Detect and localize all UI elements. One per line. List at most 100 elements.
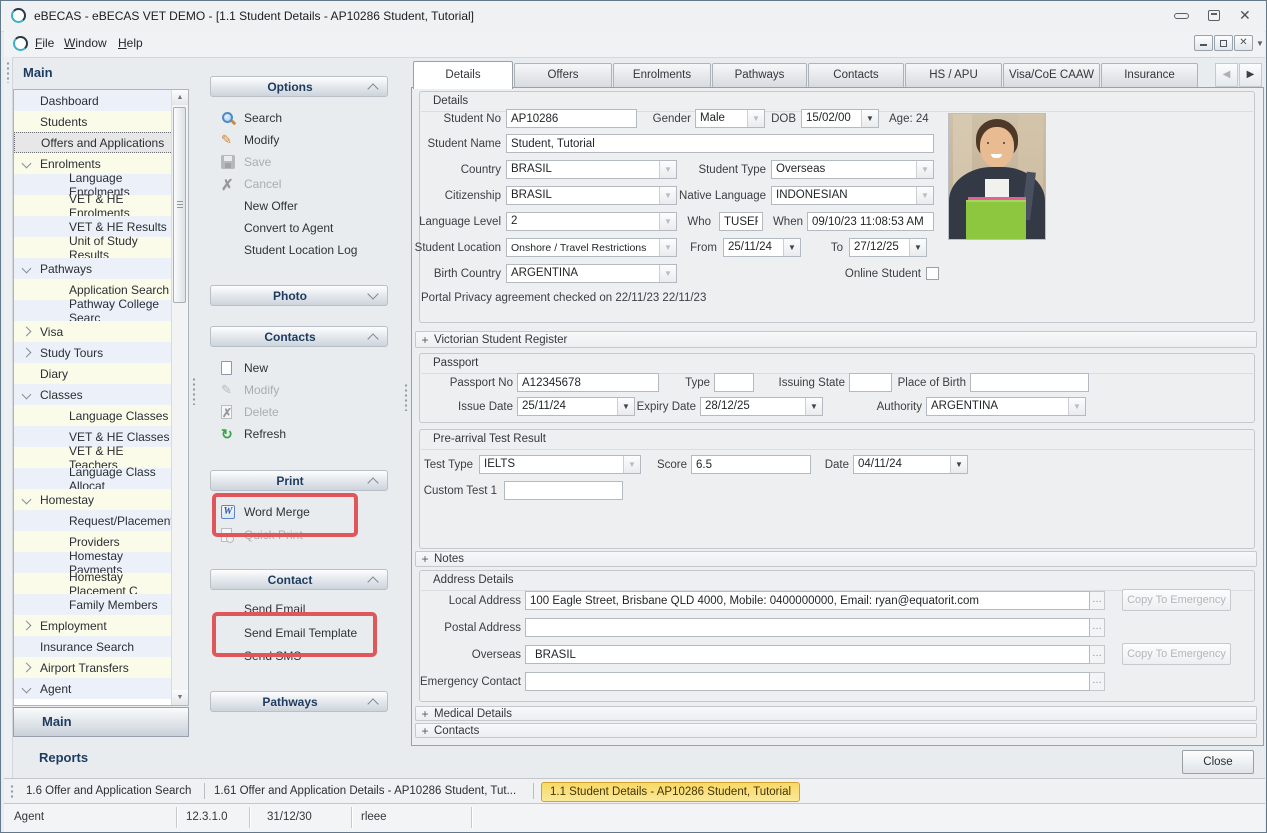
- score-field[interactable]: [691, 455, 811, 474]
- tab-contacts[interactable]: Contacts: [808, 63, 904, 88]
- tree-item-study-tours[interactable]: Study Tours: [14, 342, 173, 363]
- tree-item-airport-transfers[interactable]: Airport Transfers: [14, 657, 173, 678]
- contact-panel-header[interactable]: Contact: [210, 569, 388, 590]
- issuing-state-field[interactable]: [849, 373, 892, 392]
- contacts-panel-header[interactable]: Contacts: [210, 326, 388, 347]
- restore-icon[interactable]: [1208, 10, 1220, 21]
- tree-item-pathways[interactable]: Pathways: [14, 258, 173, 279]
- passport-no-field[interactable]: [517, 373, 659, 392]
- mdi-minimize-icon[interactable]: [1194, 35, 1213, 51]
- menu-window[interactable]: Window: [64, 36, 107, 50]
- collapsed-chevron-icon[interactable]: [22, 327, 32, 337]
- scroll-down-icon[interactable]: ▼: [172, 690, 188, 705]
- expand-plus-icon[interactable]: +: [416, 333, 434, 347]
- tree-item-vet-he-enrolments[interactable]: VET & HE Enrolments: [14, 195, 173, 216]
- local-address-field[interactable]: [525, 591, 1090, 610]
- tree-item-classes[interactable]: Classes: [14, 384, 173, 405]
- tree-item-language-classes[interactable]: Language Classes: [14, 405, 173, 426]
- tree-item-agent[interactable]: Agent: [14, 678, 173, 699]
- new-offer-action[interactable]: New Offer: [221, 196, 389, 216]
- victorian-student-register-section[interactable]: + Victorian Student Register: [415, 331, 1257, 348]
- tab-hs-apu[interactable]: HS / APU: [905, 63, 1002, 88]
- sidebar-main-button[interactable]: Main: [13, 707, 189, 737]
- contacts-section[interactable]: + Contacts: [415, 723, 1257, 738]
- country-select[interactable]: BRASIL▼: [506, 160, 677, 179]
- citizenship-select[interactable]: BRASIL▼: [506, 186, 677, 205]
- overseas-address-field[interactable]: [525, 645, 1090, 664]
- mdi-restore-icon[interactable]: [1214, 35, 1233, 51]
- tree-item-family-members[interactable]: Family Members: [14, 594, 173, 615]
- scroll-up-icon[interactable]: ▲: [172, 90, 188, 105]
- student-name-field[interactable]: [506, 134, 934, 153]
- mdi-menu-caret-icon[interactable]: ▼: [1256, 39, 1264, 48]
- tab-scroll-left-icon[interactable]: ◀: [1215, 63, 1238, 87]
- tree-item-unit-of-study-results[interactable]: Unit of Study Results: [14, 237, 173, 258]
- sidebar-reports-section[interactable]: Reports: [39, 750, 88, 765]
- menu-help[interactable]: Help: [118, 36, 143, 50]
- local-address-ellipsis-button[interactable]: …: [1090, 591, 1105, 610]
- options-panel-header[interactable]: Options: [210, 76, 388, 97]
- language-level-select[interactable]: 2▼: [506, 212, 677, 231]
- from-datepicker[interactable]: 25/11/24▼: [723, 238, 801, 257]
- postal-address-ellipsis-button[interactable]: …: [1090, 618, 1105, 637]
- close-icon[interactable]: ✕: [1239, 7, 1251, 24]
- expiry-date-datepicker[interactable]: 28/12/25▼: [700, 397, 823, 416]
- tab-enrolments[interactable]: Enrolments: [613, 63, 711, 88]
- copy-to-emergency-button[interactable]: Copy To Emergency: [1122, 589, 1231, 611]
- expand-plus-icon[interactable]: +: [416, 707, 434, 721]
- student-type-select[interactable]: Overseas▼: [771, 160, 934, 179]
- expand-plus-icon[interactable]: +: [416, 552, 434, 566]
- expanded-chevron-icon[interactable]: [22, 159, 32, 169]
- dob-datepicker[interactable]: 15/02/00▼: [801, 109, 879, 128]
- medical-details-section[interactable]: + Medical Details: [415, 706, 1257, 721]
- mdi-close-icon[interactable]: ✕: [1234, 35, 1253, 51]
- emergency-contact-field[interactable]: [525, 672, 1090, 691]
- close-button[interactable]: Close: [1182, 750, 1254, 774]
- tree-item-diary[interactable]: Diary: [14, 363, 173, 384]
- contact-refresh-action[interactable]: Refresh: [221, 424, 389, 444]
- minimize-icon[interactable]: [1174, 13, 1189, 19]
- tab-visa-coe-caaw[interactable]: Visa/CoE CAAW: [1003, 63, 1100, 88]
- copy-to-emergency-button[interactable]: Copy To Emergency: [1122, 643, 1231, 665]
- tab-details[interactable]: Details: [413, 61, 513, 89]
- tab-pathways[interactable]: Pathways: [712, 63, 807, 88]
- online-student-checkbox[interactable]: [926, 267, 939, 280]
- tree-item-homestay[interactable]: Homestay: [14, 489, 173, 510]
- test-date-datepicker[interactable]: 04/11/24▼: [853, 455, 968, 474]
- panel-splitter[interactable]: [404, 383, 408, 411]
- pathways-panel-header[interactable]: Pathways: [210, 691, 388, 712]
- student-location-select[interactable]: Onshore / Travel Restrictions▼: [506, 238, 677, 257]
- custom-test-field[interactable]: [504, 481, 623, 500]
- convert-to-agent-action[interactable]: Convert to Agent: [221, 218, 389, 238]
- to-datepicker[interactable]: 27/12/25▼: [849, 238, 927, 257]
- emergency-contact-ellipsis-button[interactable]: …: [1090, 672, 1105, 691]
- tree-item-visa[interactable]: Visa: [14, 321, 173, 342]
- overseas-address-ellipsis-button[interactable]: …: [1090, 645, 1105, 664]
- expand-plus-icon[interactable]: +: [416, 724, 434, 738]
- who-field[interactable]: [719, 212, 763, 231]
- tree-item-request-placements[interactable]: Request/Placements: [14, 510, 173, 531]
- tab-offers[interactable]: Offers: [514, 63, 612, 88]
- when-field[interactable]: [807, 212, 934, 231]
- doc-tab-offer-search[interactable]: 1.6 Offer and Application Search: [26, 782, 191, 801]
- cancel-action[interactable]: Cancel: [221, 174, 389, 194]
- doctabs-grip[interactable]: [10, 784, 14, 799]
- search-action[interactable]: Search: [221, 108, 389, 128]
- photo-panel-header[interactable]: Photo: [210, 285, 388, 306]
- tree-item-pathway-college-search[interactable]: Pathway College Searc: [14, 300, 173, 321]
- tree-item-homestay-placement[interactable]: Homestay Placement C: [14, 573, 173, 594]
- passport-type-field[interactable]: [714, 373, 754, 392]
- expanded-chevron-icon[interactable]: [22, 264, 32, 274]
- print-panel-header[interactable]: Print: [210, 470, 388, 491]
- tab-scroll-right-icon[interactable]: ▶: [1239, 63, 1262, 87]
- sidebar-splitter[interactable]: [192, 377, 196, 405]
- dock-grip[interactable]: [6, 61, 10, 83]
- tree-item-offers-and-applications[interactable]: Offers and Applications: [14, 132, 173, 153]
- scrollbar-thumb[interactable]: [173, 107, 186, 303]
- tree-scrollbar[interactable]: ▲ ▼: [171, 90, 188, 705]
- modify-action[interactable]: Modify: [221, 130, 389, 150]
- notes-section[interactable]: + Notes: [415, 551, 1257, 567]
- doc-tab-student-details-active[interactable]: 1.1 Student Details - AP10286 Student, T…: [541, 782, 800, 802]
- issue-date-datepicker[interactable]: 25/11/24▼: [517, 397, 635, 416]
- test-type-select[interactable]: IELTS▼: [479, 455, 641, 474]
